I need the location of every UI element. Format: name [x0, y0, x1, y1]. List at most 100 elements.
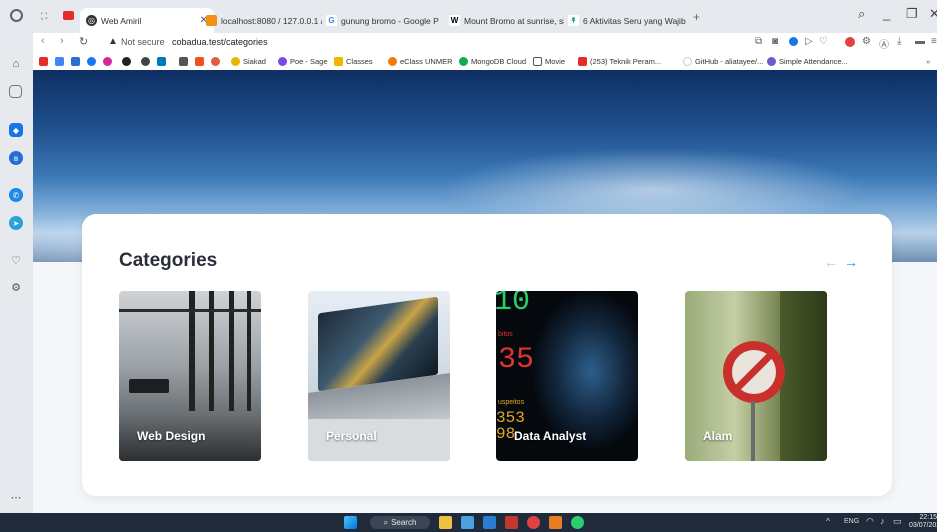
bookmark-docs[interactable]: [71, 55, 83, 67]
close-window-icon[interactable]: ✕: [929, 6, 937, 22]
site-icon: [141, 56, 150, 66]
tab-localhost[interactable]: localhost:8080 / 127.0.0.1 / ✕: [206, 8, 322, 33]
bookmark-poe[interactable]: Poe - Sage: [278, 55, 328, 67]
battery-icon[interactable]: ▭: [893, 516, 902, 527]
adblock-icon[interactable]: [845, 37, 855, 47]
category-card-web-design[interactable]: Web Design: [119, 291, 261, 461]
category-label: Personal: [326, 429, 377, 443]
menu-icon[interactable]: ≡: [931, 36, 937, 47]
bookmark-label: Classes: [346, 56, 373, 66]
github-icon: [683, 56, 692, 66]
account-icon[interactable]: Ⓐ: [879, 36, 889, 51]
home-icon[interactable]: ⌂: [9, 57, 23, 71]
opera-logo-icon[interactable]: [10, 9, 23, 22]
bookmark-label: Movie: [545, 56, 566, 66]
bookmark-notion[interactable]: [179, 55, 191, 67]
category-card-data-analyst[interactable]: 10 bitos 35 uspeitos 353 98 Data Analyst: [496, 291, 638, 461]
word-icon[interactable]: [483, 516, 496, 529]
tab-label: Mount Bromo at sunrise, sl: [464, 15, 564, 26]
settings-icon[interactable]: ⚙: [9, 280, 23, 294]
bookmark-siakad[interactable]: Siakad: [231, 55, 266, 67]
bookmark-other[interactable]: [211, 55, 223, 67]
app-icon[interactable]: [571, 516, 584, 529]
taskbar-search[interactable]: ⌕ Search: [370, 516, 430, 529]
bookmark-figma[interactable]: [195, 55, 207, 67]
bookmark-site[interactable]: [141, 55, 153, 67]
bookmark-classes[interactable]: Classes: [334, 55, 373, 67]
bookmark-trello[interactable]: [157, 55, 169, 67]
wifi-icon[interactable]: ◠: [866, 516, 874, 527]
bookmark-label: GitHub - aliatayee/...: [695, 56, 764, 66]
bookmark-github-aliatayee[interactable]: GitHub - aliatayee/...: [683, 55, 763, 67]
extensions-icon[interactable]: ⚙: [862, 36, 871, 47]
tab-wikipedia[interactable]: W Mount Bromo at sunrise, sl ✕: [449, 8, 564, 33]
prev-arrow-icon[interactable]: ←: [824, 254, 838, 270]
bookmark-eclass[interactable]: eClass UNMER: [388, 55, 453, 67]
volume-icon[interactable]: ♪: [880, 516, 885, 526]
vpn-icon[interactable]: [789, 37, 798, 46]
clock-date: 03/07/2023: [909, 522, 937, 529]
more-bookmarks-icon[interactable]: »: [926, 55, 930, 67]
more-icon[interactable]: ⋯: [9, 490, 23, 504]
file-explorer-icon[interactable]: [439, 516, 452, 529]
reload-icon[interactable]: ↻: [79, 35, 88, 48]
bookmark-instagram[interactable]: [103, 55, 115, 67]
bookmark-simple-attendance[interactable]: Simple Attendance...: [767, 55, 848, 67]
poe-icon: [278, 56, 287, 66]
bookmark-google[interactable]: [55, 55, 67, 67]
snapshot-icon[interactable]: ⧉: [755, 36, 762, 47]
mongodb-icon: [459, 56, 468, 66]
bookmark-github[interactable]: [122, 55, 134, 67]
heart-icon[interactable]: ♡: [9, 253, 23, 267]
download-icon[interactable]: ⤓: [897, 36, 901, 47]
telegram-icon[interactable]: ➤: [9, 216, 23, 230]
new-tab-icon[interactable]: +: [693, 10, 700, 24]
bookmark-youtube-teknik[interactable]: (253) Teknik Peram...: [578, 55, 661, 67]
url-input[interactable]: cobadua.test/categories: [172, 37, 268, 47]
search-tabs-icon[interactable]: ⌕: [858, 6, 865, 22]
workspaces-icon[interactable]: ⛶: [41, 11, 47, 22]
youtube-icon: [39, 56, 48, 66]
category-label: Alam: [703, 429, 733, 443]
instagram-icon: [103, 56, 112, 66]
bookmark-mongodb[interactable]: MongoDB Cloud: [459, 55, 526, 67]
bookmark-facebook[interactable]: [87, 55, 99, 67]
youtube-tab-icon[interactable]: [63, 11, 74, 20]
folder-icon: [533, 56, 542, 66]
back-icon[interactable]: ‹: [41, 35, 45, 47]
next-arrow-icon[interactable]: →: [844, 254, 858, 270]
bookmark-label: Siakad: [243, 56, 266, 66]
aria-icon[interactable]: [9, 85, 22, 98]
minimize-icon[interactable]: _: [883, 6, 890, 21]
tab-web-amiril[interactable]: ◎ Web Amiril ✕: [80, 8, 214, 33]
category-card-alam[interactable]: Alam: [685, 291, 827, 461]
bookmark-youtube[interactable]: [39, 55, 51, 67]
art-text: uspeitos: [498, 399, 525, 406]
tab-aktivitas[interactable]: ↟ 6 Aktivitas Seru yang Wajib ✕: [568, 8, 686, 33]
whatsapp-icon[interactable]: ✆: [9, 188, 23, 202]
opera-icon[interactable]: [527, 516, 540, 529]
bookmark-movie[interactable]: Movie: [533, 55, 565, 67]
close-tab-icon[interactable]: ✕: [439, 15, 446, 26]
messenger-icon[interactable]: ◆: [9, 123, 23, 137]
app-icon[interactable]: [505, 516, 518, 529]
app-icon[interactable]: [549, 516, 562, 529]
google-icon: [55, 56, 64, 66]
categories-card: Categories ← → Web Design Personal 10 bi…: [82, 214, 892, 496]
vk-icon[interactable]: ʙ: [9, 151, 23, 165]
forward-icon[interactable]: ›: [60, 35, 64, 47]
tray-chevron-icon[interactable]: ^: [826, 517, 830, 526]
restore-icon[interactable]: ❐: [906, 6, 918, 22]
start-icon[interactable]: [344, 516, 357, 529]
category-card-personal[interactable]: Personal: [308, 291, 450, 461]
battery-saver-icon[interactable]: ▬: [915, 36, 925, 47]
security-status[interactable]: Not secure: [121, 37, 165, 47]
webpage: Categories ← → Web Design Personal 10 bi…: [33, 70, 937, 513]
store-icon[interactable]: [461, 516, 474, 529]
camera-icon[interactable]: ◙: [772, 36, 778, 47]
bookmark-heart-icon[interactable]: ♡: [819, 36, 828, 47]
player-icon[interactable]: ▷: [805, 36, 813, 47]
tab-google-search[interactable]: G gunung bromo - Google P ✕: [326, 8, 446, 33]
language-indicator[interactable]: ENG: [844, 518, 859, 525]
clock[interactable]: 22:15 03/07/2023: [909, 514, 937, 530]
